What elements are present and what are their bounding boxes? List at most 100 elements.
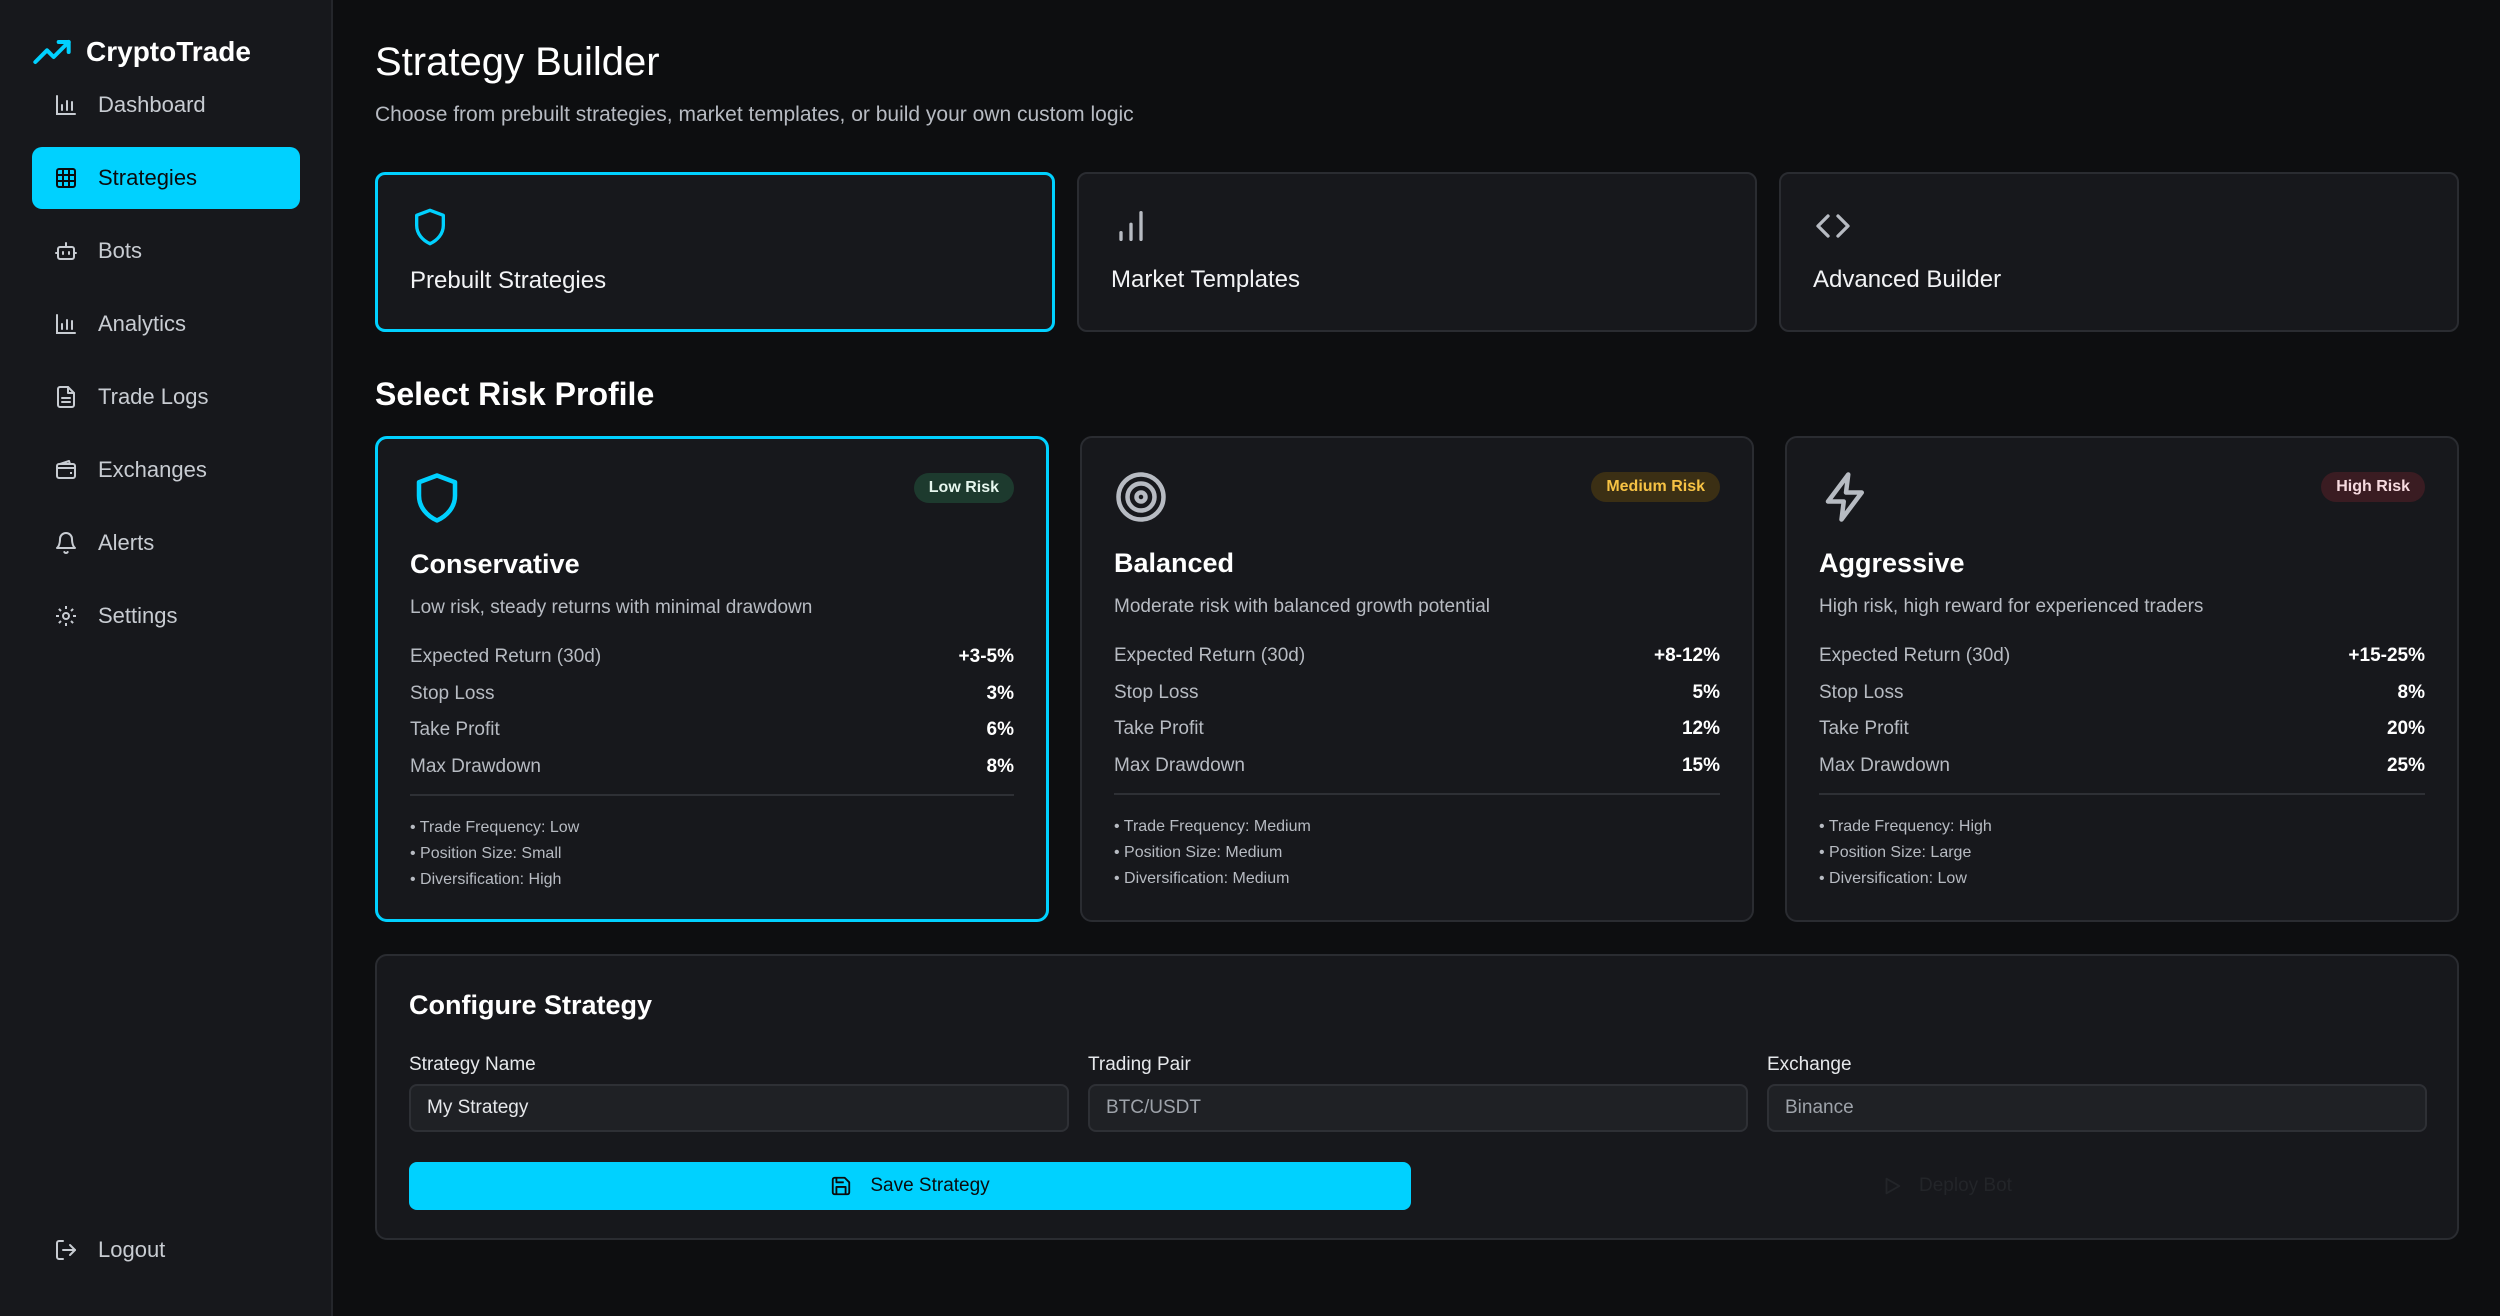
- risk-name: Balanced: [1114, 548, 1235, 578]
- exchange-label: Exchange: [1767, 1054, 1852, 1075]
- stat-row: Expected Return (30d) +15-25%: [1819, 638, 2425, 675]
- risk-description: Low risk, steady returns with minimal dr…: [410, 597, 813, 618]
- logout-icon: [56, 1240, 76, 1260]
- stat-value: +15-25%: [2348, 645, 2425, 667]
- stat-label: Take Profit: [410, 719, 500, 741]
- save-strategy-label: Save Strategy: [870, 1175, 990, 1196]
- stat-row: Max Drawdown 15%: [1114, 748, 1720, 785]
- file-text-icon: [57, 386, 75, 408]
- risk-card-conservative[interactable]: Low Risk Conservative Low risk, steady r…: [375, 436, 1049, 922]
- stat-value: 6%: [986, 719, 1014, 741]
- deploy-bot-button[interactable]: Deploy Bot: [1861, 1162, 2121, 1210]
- sidebar: CryptoTrade Dashboard Strategies Bots An…: [0, 0, 333, 1316]
- risk-description: Moderate risk with balanced growth poten…: [1114, 596, 1490, 617]
- risk-description: High risk, high reward for experienced t…: [1819, 596, 2204, 617]
- sidebar-item-settings[interactable]: Settings: [32, 585, 300, 647]
- risk-features: • Trade Frequency: Low • Position Size: …: [410, 815, 579, 893]
- brand-name: CryptoTrade: [86, 36, 251, 67]
- divider: [410, 794, 1014, 796]
- risk-stats: Expected Return (30d) +8-12% Stop Loss 5% …: [1114, 638, 1720, 784]
- trending-up-icon: [33, 40, 71, 64]
- play-icon: [1885, 1177, 1901, 1195]
- feature-item: • Diversification: High: [410, 871, 562, 888]
- signal-bars-icon: [1119, 211, 1143, 241]
- page-title: Strategy Builder: [375, 40, 660, 84]
- stat-label: Expected Return (30d): [410, 646, 602, 668]
- strategy-name-input[interactable]: [409, 1084, 1069, 1132]
- bar-chart-icon: [56, 95, 76, 115]
- risk-features: • Trade Frequency: Medium • Position Siz…: [1114, 814, 1311, 892]
- logout-button[interactable]: Logout: [32, 1219, 300, 1281]
- sidebar-item-label: Bots: [98, 238, 143, 263]
- mode-card-prebuilt-strategies[interactable]: Prebuilt Strategies: [375, 172, 1055, 332]
- divider: [1819, 793, 2425, 795]
- stat-label: Take Profit: [1819, 718, 1909, 740]
- stat-label: Max Drawdown: [1819, 754, 1950, 776]
- stat-label: Max Drawdown: [410, 755, 541, 777]
- risk-stats: Expected Return (30d) +3-5% Stop Loss 3% T…: [410, 639, 1014, 785]
- save-icon: [832, 1176, 851, 1196]
- risk-name: Conservative: [410, 549, 580, 579]
- sidebar-item-label: Analytics: [98, 311, 187, 336]
- bar-chart-icon: [56, 314, 76, 334]
- feature-item: • Trade Frequency: High: [1819, 818, 1992, 835]
- risk-badge: High Risk: [2321, 472, 2425, 502]
- exchange-input[interactable]: [1767, 1084, 2427, 1132]
- trading-pair-input[interactable]: [1088, 1084, 1748, 1132]
- stat-label: Expected Return (30d): [1114, 645, 1306, 667]
- mode-label: Market Templates: [1111, 266, 1300, 293]
- bell-icon: [56, 532, 76, 554]
- sidebar-item-trade-logs[interactable]: Trade Logs: [32, 366, 300, 428]
- grid-icon: [56, 168, 76, 188]
- stat-label: Stop Loss: [1114, 681, 1199, 703]
- sidebar-item-label: Settings: [98, 603, 178, 628]
- sidebar-item-alerts[interactable]: Alerts: [32, 512, 300, 574]
- lightning-icon: [1825, 472, 1864, 522]
- risk-features: • Trade Frequency: High • Position Size:…: [1819, 814, 1992, 892]
- stat-row: Stop Loss 8%: [1819, 675, 2425, 712]
- stat-row: Take Profit 20%: [1819, 711, 2425, 748]
- stat-value: 25%: [2386, 754, 2425, 776]
- risk-card-balanced[interactable]: Medium Risk Balanced Moderate risk with …: [1080, 436, 1754, 922]
- trading-pair-label: Trading Pair: [1088, 1054, 1191, 1075]
- stat-row: Max Drawdown 8%: [410, 749, 1014, 786]
- deploy-bot-label: Deploy Bot: [1919, 1175, 2012, 1196]
- configure-strategy-panel: Configure Strategy Strategy Name Trading…: [375, 954, 2459, 1240]
- stat-row: Take Profit 12%: [1114, 711, 1720, 748]
- section-title-risk-profile: Select Risk Profile: [375, 376, 655, 412]
- stat-value: 20%: [2386, 718, 2425, 740]
- mode-card-market-templates[interactable]: Market Templates: [1077, 172, 1757, 332]
- stat-value: 8%: [2397, 681, 2425, 703]
- strategy-name-label: Strategy Name: [409, 1054, 536, 1075]
- feature-item: • Trade Frequency: Medium: [1114, 818, 1311, 835]
- mode-label: Advanced Builder: [1813, 266, 2002, 293]
- risk-stats: Expected Return (30d) +15-25% Stop Loss 8%…: [1819, 638, 2425, 784]
- target-icon: [1116, 472, 1166, 522]
- stat-value: 8%: [986, 755, 1014, 777]
- sidebar-item-exchanges[interactable]: Exchanges: [32, 439, 300, 501]
- risk-card-aggressive[interactable]: High Risk Aggressive High risk, high rew…: [1785, 436, 2459, 922]
- stat-label: Take Profit: [1114, 718, 1204, 740]
- code-icon: [1816, 214, 1850, 238]
- sidebar-item-analytics[interactable]: Analytics: [32, 293, 300, 355]
- feature-item: • Position Size: Medium: [1114, 844, 1283, 861]
- feature-item: • Diversification: Low: [1819, 870, 1967, 887]
- sidebar-item-label: Exchanges: [98, 457, 207, 482]
- sidebar-item-bots[interactable]: Bots: [32, 220, 300, 282]
- stat-row: Take Profit 6%: [410, 712, 1014, 749]
- feature-item: • Trade Frequency: Low: [410, 819, 580, 836]
- app-root: CryptoTrade Dashboard Strategies Bots An…: [0, 0, 2500, 1316]
- save-strategy-button[interactable]: Save Strategy: [409, 1162, 1411, 1210]
- risk-badge: Low Risk: [913, 473, 1014, 503]
- sidebar-item-label: Trade Logs: [98, 384, 209, 409]
- mode-card-advanced-builder[interactable]: Advanced Builder: [1779, 172, 2459, 332]
- wallet-icon: [56, 460, 76, 479]
- stat-value: 15%: [1681, 754, 1720, 776]
- brand[interactable]: CryptoTrade: [32, 30, 251, 74]
- shield-icon: [416, 473, 458, 523]
- stat-label: Expected Return (30d): [1819, 645, 2011, 667]
- stat-row: Max Drawdown 25%: [1819, 748, 2425, 785]
- sidebar-item-strategies[interactable]: Strategies: [32, 147, 300, 209]
- page-subtitle: Choose from prebuilt strategies, market …: [375, 103, 1134, 126]
- sidebar-item-dashboard[interactable]: Dashboard: [32, 74, 300, 136]
